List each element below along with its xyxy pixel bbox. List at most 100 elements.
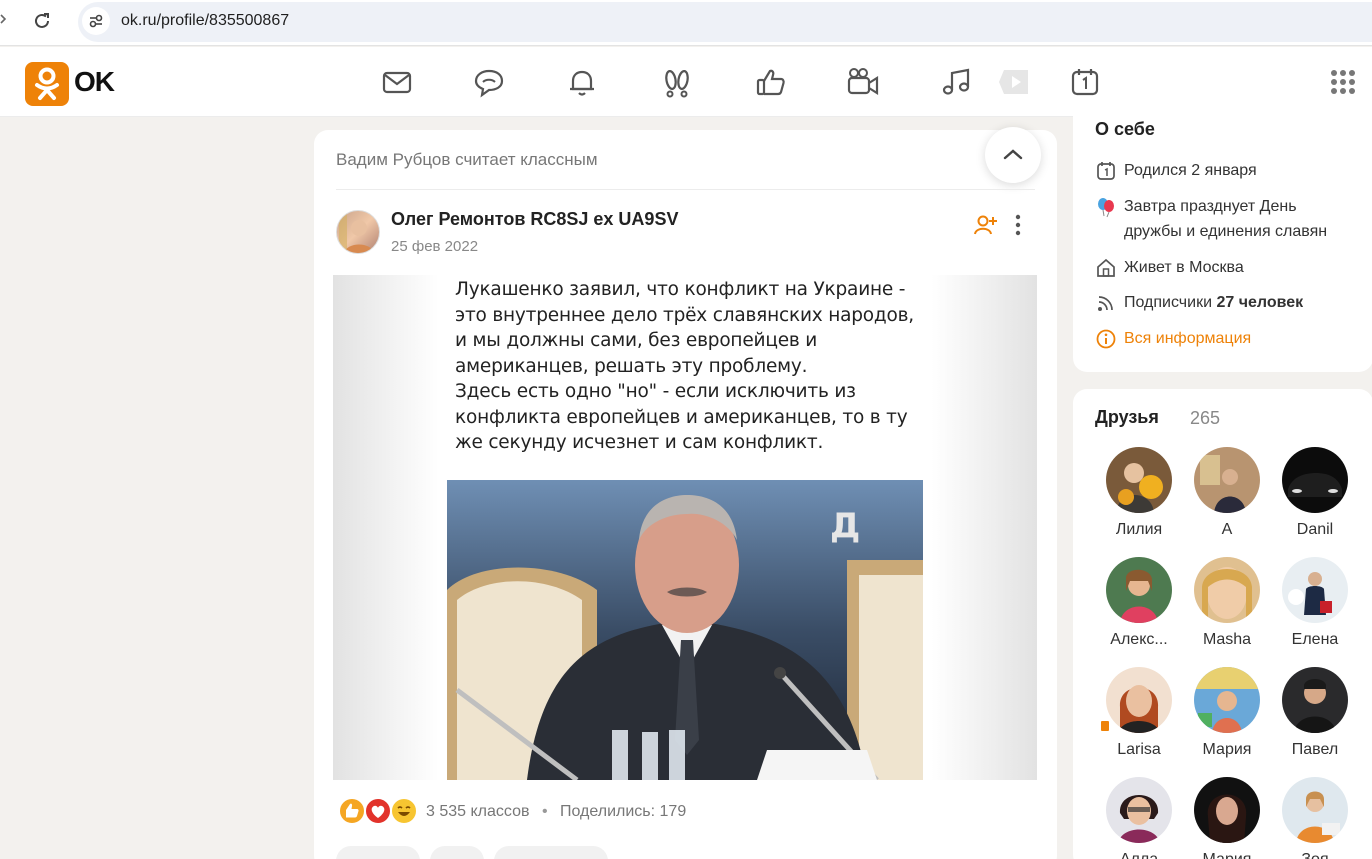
meme-caption: Лукашенко заявил, что конфликт на Украин…	[455, 279, 914, 453]
rss-icon	[1095, 292, 1117, 314]
post-author-name[interactable]: Олег Ремонтов RC8SJ ex UA9SV	[391, 209, 678, 230]
friend-name: Larisa	[1117, 741, 1161, 758]
friend-avatar	[1106, 667, 1172, 733]
forward-icon[interactable]	[0, 12, 10, 32]
friend-name: Masha	[1202, 631, 1252, 648]
comment-button[interactable]	[336, 846, 420, 859]
feed-post-card: Вадим Рубцов считает классным Олег Ремон…	[314, 127, 1057, 859]
laugh-reaction-icon	[390, 797, 418, 825]
add-friend-icon[interactable]	[973, 212, 999, 238]
logo-text[interactable]: OK	[74, 66, 115, 98]
friend-avatar	[1106, 447, 1172, 513]
like-icon[interactable]	[754, 65, 788, 99]
collapse-button[interactable]	[985, 127, 1041, 183]
meme-photo: Д	[447, 480, 923, 780]
post-date: 25 фев 2022	[391, 238, 479, 255]
reload-icon[interactable]	[31, 10, 53, 32]
friend-name: Мария	[1202, 741, 1252, 758]
all-info-link[interactable]: Вся информация	[1124, 326, 1354, 351]
meme-image: Лукашенко заявил, что конфликт на Украин…	[447, 275, 923, 780]
friend-item[interactable]: Мария	[1183, 667, 1271, 773]
calendar-icon	[1095, 160, 1117, 182]
chevron-up-icon	[1003, 149, 1023, 160]
friend-name: А	[1221, 521, 1233, 538]
friend-avatar	[1282, 667, 1348, 733]
birthday-text: Родился 2 января	[1124, 162, 1257, 179]
subscribers-label: Подписчики	[1124, 294, 1213, 311]
friend-name: Зоя	[1271, 851, 1359, 859]
post-image[interactable]: Лукашенко заявил, что конфликт на Украин…	[333, 275, 1037, 780]
author-avatar[interactable]	[336, 210, 380, 254]
friend-item[interactable]: Лилия	[1095, 447, 1183, 553]
friend-item[interactable]: Зоя	[1271, 777, 1359, 859]
holiday-row: Завтра празднует День дружбы и единения …	[1095, 194, 1365, 246]
friend-avatar	[1282, 777, 1348, 843]
bell-icon[interactable]	[565, 65, 599, 99]
url-text[interactable]: ok.ru/profile/835500867	[121, 12, 289, 30]
friend-item[interactable]: А	[1183, 447, 1271, 553]
browser-toolbar: ok.ru/profile/835500867	[0, 0, 1372, 46]
friend-avatar	[1194, 667, 1260, 733]
guests-icon[interactable]	[660, 65, 694, 99]
thumbs-up-reaction-icon	[338, 797, 366, 825]
shares-count[interactable]: Поделились: 179	[560, 803, 686, 821]
meme-watermark: Д	[830, 506, 861, 546]
friend-avatar	[1106, 777, 1172, 843]
info-icon	[1095, 328, 1117, 350]
ok-logo-icon[interactable]	[25, 62, 69, 106]
friend-item[interactable]: Danil	[1271, 447, 1359, 553]
friend-name: Мария	[1183, 851, 1271, 859]
friend-avatar	[1106, 557, 1172, 623]
friend-item[interactable]: Larisa	[1095, 667, 1183, 773]
subscribers-value[interactable]: 27 человек	[1216, 294, 1303, 311]
friend-item[interactable]: Алекс...	[1095, 557, 1183, 663]
site-info-icon[interactable]	[82, 7, 110, 35]
video-play-icon[interactable]	[997, 67, 1031, 101]
about-title: О себе	[1095, 119, 1155, 139]
friends-count: 265	[1190, 408, 1221, 428]
share-button[interactable]	[430, 846, 484, 859]
friend-name: Danil	[1296, 521, 1334, 538]
friend-item[interactable]: Павел	[1271, 667, 1359, 773]
video-camera-icon[interactable]	[846, 65, 880, 99]
about-card: О себе Родился 2 января Завтра празднует…	[1073, 100, 1372, 372]
balloons-icon	[1095, 196, 1117, 218]
friend-avatar	[1282, 557, 1348, 623]
friend-avatar	[1194, 447, 1260, 513]
subscribers-row[interactable]: Подписчики 27 человек	[1095, 290, 1365, 316]
liked-by-text[interactable]: Вадим Рубцов считает классным	[336, 150, 598, 170]
reactions-summary[interactable]	[338, 797, 418, 827]
friend-name: Алла	[1095, 851, 1183, 859]
heart-reaction-icon	[364, 797, 392, 825]
chat-icon[interactable]	[472, 65, 506, 99]
divider	[336, 189, 1035, 190]
friends-title[interactable]: Друзья	[1095, 407, 1159, 428]
mail-icon[interactable]	[380, 65, 414, 99]
all-info-row[interactable]: Вся информация	[1095, 326, 1365, 352]
friend-item[interactable]: Masha	[1183, 557, 1271, 663]
likes-count[interactable]: 3 535 классов	[426, 803, 529, 821]
like-button[interactable]	[494, 846, 608, 859]
more-options-icon[interactable]	[1008, 212, 1028, 238]
calendar-icon[interactable]	[1068, 65, 1102, 99]
friend-item[interactable]: Мария	[1183, 777, 1271, 859]
stats-separator: •	[542, 803, 548, 820]
holiday-text: Завтра празднует День дружбы и единения …	[1124, 198, 1328, 240]
apps-grid-icon[interactable]	[1330, 69, 1356, 95]
friend-item[interactable]: Алла	[1095, 777, 1183, 859]
mobile-online-icon	[1099, 719, 1111, 733]
friend-avatar	[1282, 447, 1348, 513]
home-icon	[1095, 257, 1117, 279]
friends-card: Друзья 265 Лилия А Danil Алекс... Masha …	[1073, 389, 1372, 859]
friend-name: Алекс...	[1110, 631, 1168, 648]
friend-avatar	[1194, 777, 1260, 843]
friend-avatar	[1194, 557, 1260, 623]
friend-name: Елена	[1291, 631, 1339, 648]
birthday-row: Родился 2 января	[1095, 158, 1365, 184]
friend-item[interactable]: Елена	[1271, 557, 1359, 663]
friend-name: Павел	[1291, 741, 1339, 758]
city-row: Живет в Москва	[1095, 255, 1365, 281]
friend-name: Лилия	[1115, 521, 1163, 538]
city-text: Живет в Москва	[1124, 259, 1244, 276]
music-icon[interactable]	[940, 65, 974, 99]
